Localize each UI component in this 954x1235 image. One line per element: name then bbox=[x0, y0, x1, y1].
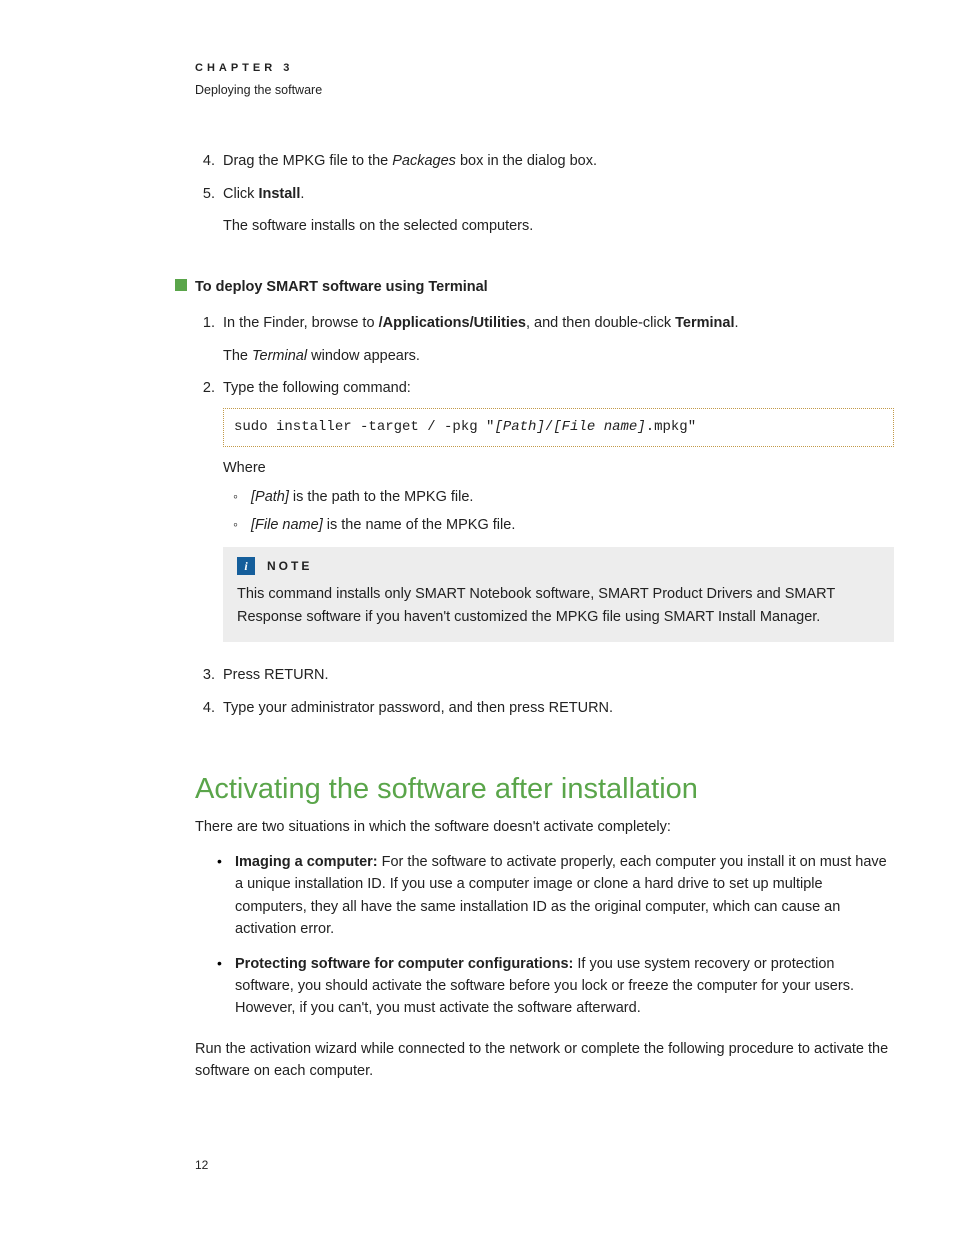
where-item-path: [Path] is the path to the MPKG file. bbox=[223, 486, 894, 508]
where-label: Where bbox=[223, 457, 894, 479]
situations-list: Imaging a computer: For the software to … bbox=[195, 851, 894, 1020]
code-placeholder-path: [Path] bbox=[494, 419, 544, 435]
note-header: i NOTE bbox=[237, 557, 880, 576]
code-text: .mpkg" bbox=[646, 419, 696, 435]
text: box in the dialog box. bbox=[456, 153, 597, 169]
note-block: i NOTE This command installs only SMART … bbox=[223, 547, 894, 643]
situation-title: Protecting software for computer configu… bbox=[235, 956, 573, 972]
step-number: 5. bbox=[195, 183, 223, 238]
continued-steps-list: 4. Drag the MPKG file to the Packages bo… bbox=[195, 150, 894, 237]
procedure-steps-list: 1. In the Finder, browse to /Application… bbox=[195, 312, 894, 719]
proc-step-4: 4. Type your administrator password, and… bbox=[195, 697, 894, 719]
proc-step-2: 2. Type the following command: sudo inst… bbox=[195, 377, 894, 654]
step-number: 4. bbox=[195, 697, 223, 719]
install-label: Install bbox=[258, 186, 300, 202]
proc-step-3: 3. Press RETURN. bbox=[195, 664, 894, 686]
proc-step-1: 1. In the Finder, browse to /Application… bbox=[195, 312, 894, 367]
text: Drag the MPKG file to the bbox=[223, 153, 392, 169]
text: In the Finder, browse to bbox=[223, 315, 379, 331]
path-label: /Applications/Utilities bbox=[379, 315, 526, 331]
code-placeholder-filename: [File name] bbox=[553, 419, 645, 435]
chapter-label: CHAPTER 3 bbox=[195, 60, 894, 77]
closing-paragraph: Run the activation wizard while connecte… bbox=[195, 1038, 894, 1083]
step-body: Type the following command: sudo install… bbox=[223, 377, 894, 654]
terminal-label: Terminal bbox=[675, 315, 734, 331]
procedure-heading: To deploy SMART software using Terminal bbox=[195, 276, 894, 298]
situation-protecting: Protecting software for computer configu… bbox=[195, 953, 894, 1020]
note-body: This command installs only SMART Noteboo… bbox=[237, 583, 880, 628]
situation-title: Imaging a computer: bbox=[235, 854, 378, 870]
step-4: 4. Drag the MPKG file to the Packages bo… bbox=[195, 150, 894, 172]
where-list: [Path] is the path to the MPKG file. [Fi… bbox=[223, 486, 894, 537]
step-number: 3. bbox=[195, 664, 223, 686]
chapter-subtitle: Deploying the software bbox=[195, 81, 894, 100]
step-number: 2. bbox=[195, 377, 223, 654]
step-number: 1. bbox=[195, 312, 223, 367]
step-5: 5. Click Install. The software installs … bbox=[195, 183, 894, 238]
step-body: Drag the MPKG file to the Packages box i… bbox=[223, 150, 894, 172]
step-body: Press RETURN. bbox=[223, 664, 894, 686]
step-text: Type the following command: bbox=[223, 377, 894, 399]
document-page: CHAPTER 3 Deploying the software 4. Drag… bbox=[0, 0, 954, 1235]
page-header: CHAPTER 3 Deploying the software bbox=[195, 60, 894, 100]
terminal-window-label: Terminal bbox=[252, 348, 307, 364]
text: . bbox=[734, 315, 738, 331]
section-heading: Activating the software after installati… bbox=[195, 767, 894, 812]
code-text: sudo installer -target / -pkg " bbox=[234, 419, 494, 435]
info-icon: i bbox=[237, 557, 255, 575]
packages-label: Packages bbox=[392, 153, 456, 169]
step-body: Click Install. The software installs on … bbox=[223, 183, 894, 238]
placeholder-em: [Path] bbox=[251, 489, 289, 505]
page-number: 12 bbox=[195, 1156, 208, 1175]
procedure-title: To deploy SMART software using Terminal bbox=[195, 279, 488, 295]
procedure-marker-icon bbox=[175, 279, 187, 291]
where-item-filename: [File name] is the name of the MPKG file… bbox=[223, 514, 894, 536]
text: The bbox=[223, 348, 252, 364]
step-result: The Terminal window appears. bbox=[223, 345, 894, 367]
note-label: NOTE bbox=[267, 557, 312, 576]
text: . bbox=[300, 186, 304, 202]
placeholder-em: [File name] bbox=[251, 517, 323, 533]
command-code-block: sudo installer -target / -pkg "[Path]/[F… bbox=[223, 408, 894, 448]
step-number: 4. bbox=[195, 150, 223, 172]
text: Click bbox=[223, 186, 258, 202]
text: , and then double-click bbox=[526, 315, 675, 331]
step-result: The software installs on the selected co… bbox=[223, 215, 894, 237]
step-body: Type your administrator password, and th… bbox=[223, 697, 894, 719]
section-intro: There are two situations in which the so… bbox=[195, 816, 894, 838]
text: window appears. bbox=[307, 348, 420, 364]
step-body: In the Finder, browse to /Applications/U… bbox=[223, 312, 894, 367]
text: is the path to the MPKG file. bbox=[289, 489, 474, 505]
text: is the name of the MPKG file. bbox=[323, 517, 516, 533]
situation-imaging: Imaging a computer: For the software to … bbox=[195, 851, 894, 941]
